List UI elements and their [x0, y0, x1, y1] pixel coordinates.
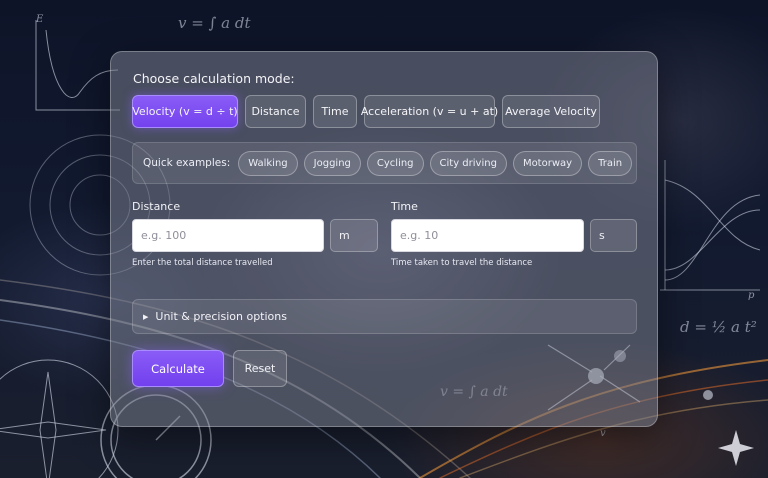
example-chip-motorway[interactable]: Motorway	[512, 150, 583, 176]
mode-average-velocity-button[interactable]: Average Velocity	[502, 95, 600, 128]
distance-unit-select[interactable]: m	[330, 219, 378, 252]
example-chip-cycling[interactable]: Cycling	[366, 150, 424, 176]
mode-acceleration-button[interactable]: Acceleration (v = u + at)	[361, 95, 498, 128]
unit-precision-options-label: Unit & precision options	[155, 310, 287, 323]
example-chip-walking[interactable]: Walking	[238, 150, 298, 176]
bg-axis-label-e: E	[36, 14, 44, 25]
calculator-panel: Choose calculation mode: Velocity (v = d…	[110, 51, 658, 427]
quick-examples-bar: Quick examples: Walking Jogging Cycling …	[132, 142, 637, 184]
bg-axis-label-v: v	[600, 428, 606, 439]
mode-distance-button[interactable]: Distance	[245, 95, 306, 128]
mode-title: Choose calculation mode:	[133, 71, 295, 86]
mode-time-button[interactable]: Time	[313, 95, 357, 128]
time-input[interactable]	[391, 219, 584, 252]
example-chip-city-driving[interactable]: City driving	[429, 150, 507, 176]
unit-precision-options-toggle[interactable]: ▶ Unit & precision options	[132, 299, 637, 334]
time-label: Time	[391, 200, 418, 213]
reset-button[interactable]: Reset	[233, 350, 287, 387]
distance-label: Distance	[132, 200, 181, 213]
bg-formula-velocity: v = ∫ a dt	[178, 14, 251, 32]
quick-examples-label: Quick examples:	[143, 157, 231, 169]
time-hint: Time taken to travel the distance	[391, 258, 533, 268]
distance-hint: Enter the total distance travelled	[132, 258, 273, 268]
bg-formula-distance: d = ½ a t²	[680, 318, 757, 336]
caret-right-icon: ▶	[143, 312, 149, 321]
mode-velocity-button[interactable]: Velocity (v = d ÷ t)	[132, 95, 238, 128]
distance-input[interactable]	[132, 219, 324, 252]
calculate-button[interactable]: Calculate	[132, 350, 224, 387]
example-chip-train[interactable]: Train	[588, 150, 633, 176]
time-unit-select[interactable]: s	[590, 219, 637, 252]
mode-button-group: Velocity (v = d ÷ t) Distance Time Accel…	[132, 95, 600, 128]
bg-axis-label-p: p	[748, 290, 755, 301]
example-chip-jogging[interactable]: Jogging	[303, 150, 361, 176]
